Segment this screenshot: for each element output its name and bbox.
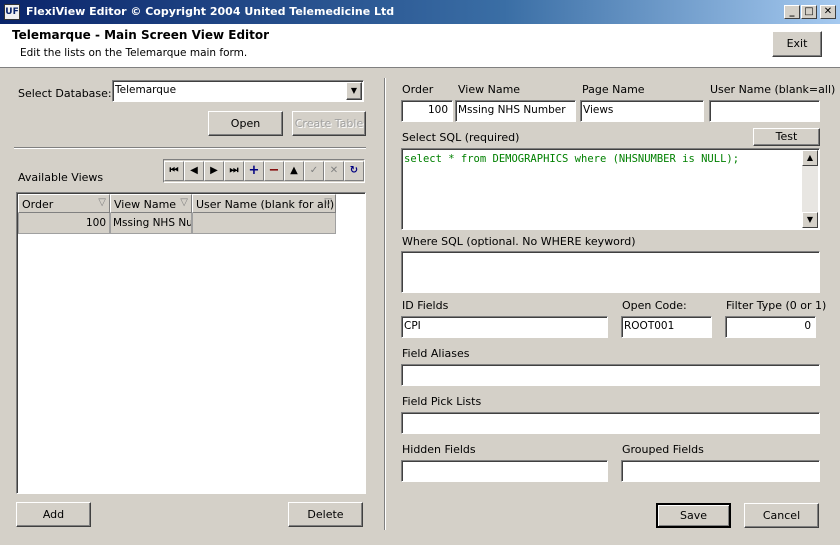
maximize-button[interactable]: □ xyxy=(801,5,817,19)
database-value: Telemarque xyxy=(115,84,177,96)
delete-record-icon[interactable]: − xyxy=(264,161,284,181)
scroll-up-icon[interactable]: ▲ xyxy=(802,150,818,166)
page-title: Telemarque - Main Screen View Editor xyxy=(12,28,270,42)
available-views-label: Available Views xyxy=(18,171,104,184)
column-header-label: View Name xyxy=(114,198,177,211)
prior-icon[interactable]: ◀ xyxy=(184,161,204,181)
where-sql-label: Where SQL (optional. No WHERE keyword) xyxy=(402,235,636,248)
first-icon[interactable]: ⏮ xyxy=(164,161,184,181)
field-aliases-label: Field Aliases xyxy=(402,347,470,360)
column-header-user-name[interactable]: User Name (blank for all) ▽ xyxy=(192,194,336,213)
column-header-order[interactable]: Order ▽ xyxy=(18,194,110,213)
create-table-button: Create Table xyxy=(292,111,366,136)
table-row-cell-order[interactable]: 100 xyxy=(18,213,110,234)
user-name-label: User Name (blank=all) xyxy=(710,83,836,96)
view-name-label: View Name xyxy=(458,83,521,96)
open-code-field[interactable]: ROOT001 xyxy=(621,316,712,338)
filter-icon[interactable]: ▽ xyxy=(324,197,332,208)
save-button[interactable]: Save xyxy=(656,503,731,528)
hidden-fields-field[interactable] xyxy=(401,460,608,482)
column-header-label: Order xyxy=(22,198,54,211)
open-button[interactable]: Open xyxy=(208,111,283,136)
open-code-label: Open Code: xyxy=(622,299,687,312)
filter-type-field[interactable]: 0 xyxy=(725,316,816,338)
id-fields-field[interactable]: CPI xyxy=(401,316,608,338)
filter-type-label: Filter Type (0 or 1) xyxy=(726,299,827,312)
panel-divider xyxy=(384,78,386,530)
refresh-icon[interactable]: ↻ xyxy=(344,161,364,181)
left-divider xyxy=(14,147,366,149)
select-sql-textarea[interactable]: select * from DEMOGRAPHICS where (NHSNUM… xyxy=(401,148,820,230)
grouped-fields-field[interactable] xyxy=(621,460,820,482)
id-fields-label: ID Fields xyxy=(402,299,449,312)
grouped-fields-label: Grouped Fields xyxy=(622,443,704,456)
field-aliases-field[interactable] xyxy=(401,364,820,386)
select-sql-label: Select SQL (required) xyxy=(402,131,520,144)
last-icon[interactable]: ⏭ xyxy=(224,161,244,181)
next-icon[interactable]: ▶ xyxy=(204,161,224,181)
exit-button[interactable]: Exit xyxy=(772,31,822,57)
field-pick-lists-field[interactable] xyxy=(401,412,820,434)
hidden-fields-label: Hidden Fields xyxy=(402,443,476,456)
app-icon[interactable]: UF xyxy=(4,4,20,20)
column-header-view-name[interactable]: View Name ▽ xyxy=(110,194,192,213)
delete-button[interactable]: Delete xyxy=(288,502,363,527)
scroll-down-icon[interactable]: ▼ xyxy=(802,212,818,228)
column-header-label: User Name (blank for all) xyxy=(196,198,335,211)
post-icon: ✓ xyxy=(304,161,324,181)
order-label: Order xyxy=(402,83,434,96)
table-row-cell-view-name[interactable]: Mssing NHS Num xyxy=(110,213,192,234)
page-name-field[interactable]: Views xyxy=(580,100,704,122)
views-grid[interactable] xyxy=(16,192,366,494)
filter-icon[interactable]: ▽ xyxy=(98,197,106,208)
chevron-down-icon[interactable]: ▼ xyxy=(346,82,362,100)
filter-icon[interactable]: ▽ xyxy=(180,197,188,208)
user-name-field[interactable] xyxy=(709,100,820,122)
test-button[interactable]: Test xyxy=(753,128,820,146)
view-name-field[interactable]: Mssing NHS Number xyxy=(455,100,576,122)
table-row-cell-user-name[interactable] xyxy=(192,213,336,234)
cancel-button[interactable]: Cancel xyxy=(744,503,819,528)
order-field[interactable]: 100 xyxy=(401,100,453,122)
database-select[interactable]: Telemarque xyxy=(112,80,364,102)
close-button[interactable]: ✕ xyxy=(820,5,836,19)
field-pick-lists-label: Field Pick Lists xyxy=(402,395,482,408)
where-sql-field[interactable] xyxy=(401,251,820,293)
window-title: FlexiView Editor © Copyright 2004 United… xyxy=(26,5,395,18)
select-sql-text: select * from DEMOGRAPHICS where (NHSNUM… xyxy=(404,153,740,165)
insert-icon[interactable]: + xyxy=(244,161,264,181)
add-button[interactable]: Add xyxy=(16,502,91,527)
page-subtitle: Edit the lists on the Telemarque main fo… xyxy=(20,47,248,59)
edit-icon[interactable]: ▲ xyxy=(284,161,304,181)
cancel-edit-icon: ✕ xyxy=(324,161,344,181)
page-name-label: Page Name xyxy=(582,83,645,96)
minimize-button[interactable]: _ xyxy=(784,5,800,19)
select-database-label: Select Database: xyxy=(18,87,112,100)
